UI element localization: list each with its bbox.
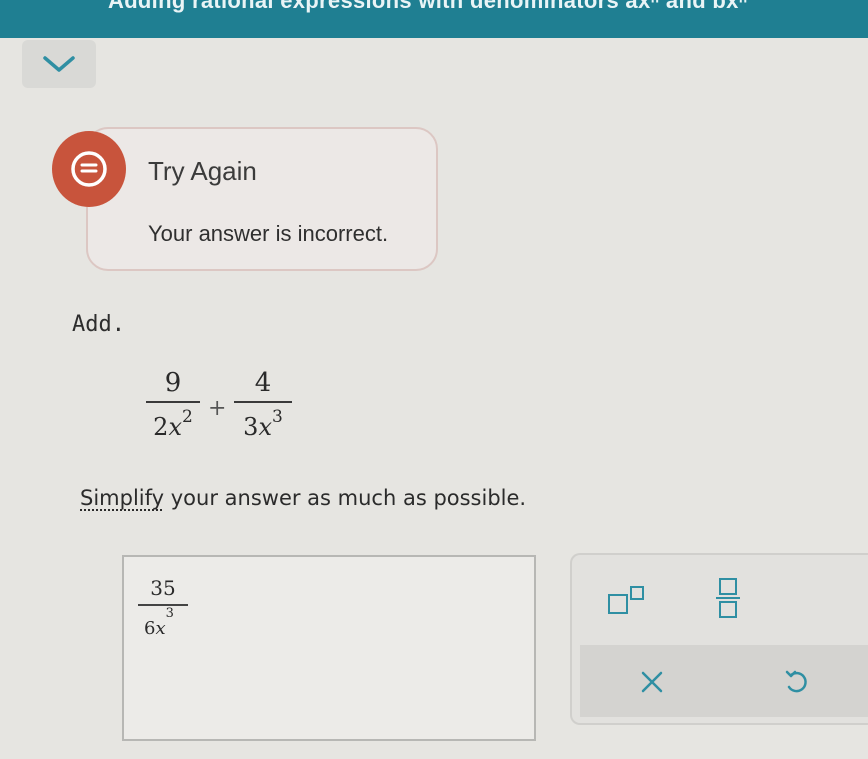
answer-numerator: 35 bbox=[150, 576, 176, 600]
fraction-button[interactable] bbox=[706, 572, 750, 624]
problem-instruction: Add. bbox=[72, 312, 125, 337]
keypad-action-row bbox=[580, 645, 868, 717]
answer-fraction: 35 6x3 bbox=[138, 576, 188, 645]
clear-button[interactable] bbox=[630, 662, 674, 702]
fraction-term-2: 4 3x3 bbox=[234, 368, 292, 442]
fraction-icon bbox=[716, 578, 740, 618]
exponent-button[interactable] bbox=[598, 580, 654, 620]
page-title: Adding rational expressions with denomin… bbox=[108, 0, 748, 13]
feedback-panel bbox=[86, 127, 438, 271]
feedback-message: Your answer is incorrect. bbox=[148, 221, 389, 246]
fraction-1-numerator: 9 bbox=[164, 368, 182, 398]
fraction-2-denominator: 3x3 bbox=[243, 407, 283, 441]
feedback-message-icon bbox=[52, 131, 126, 207]
header-bar: Adding rational expressions with denomin… bbox=[0, 0, 868, 38]
simplify-instruction: Simplify your answer as much as possible… bbox=[80, 486, 527, 510]
exponent-icon bbox=[608, 586, 644, 614]
undo-icon bbox=[785, 670, 807, 693]
feedback-title: Try Again bbox=[148, 156, 257, 186]
simplify-link[interactable]: Simplify bbox=[80, 486, 164, 510]
fraction-2-numerator: 4 bbox=[254, 368, 272, 398]
undo-button[interactable] bbox=[774, 662, 818, 702]
answer-denominator: 6x3 bbox=[144, 606, 174, 639]
close-icon bbox=[641, 671, 663, 693]
fraction-term-1: 9 2x2 bbox=[146, 368, 200, 442]
chevron-down-icon bbox=[43, 56, 75, 72]
collapse-button[interactable] bbox=[22, 40, 96, 88]
plus-operator: + bbox=[208, 396, 227, 421]
fraction-1-denominator: 2x2 bbox=[153, 407, 193, 441]
